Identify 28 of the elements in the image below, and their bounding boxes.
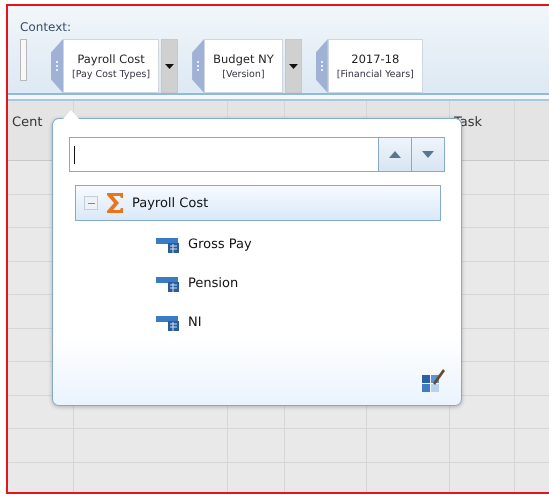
caret-icon: [165, 64, 174, 68]
table-cell: [8, 429, 74, 462]
down-arrow-icon: [422, 151, 434, 158]
tree-item[interactable]: Pension: [147, 264, 445, 303]
toolbar-handle[interactable]: [20, 39, 27, 81]
member-icon: [156, 276, 180, 292]
context-label: Context:: [20, 20, 72, 34]
search-field[interactable]: [69, 137, 445, 172]
grip-handle[interactable]: [192, 39, 204, 93]
edit-grid-icon[interactable]: [421, 367, 445, 393]
member-icon: [156, 314, 180, 330]
tree-item[interactable]: Gross Pay: [147, 225, 445, 264]
tree-item[interactable]: NI: [147, 303, 445, 342]
sigma-icon: [106, 192, 124, 214]
previous-button[interactable]: [378, 138, 411, 171]
caret-icon: [288, 64, 298, 68]
grip-handle[interactable]: [51, 39, 63, 93]
up-arrow-icon: [389, 151, 401, 158]
dropdown-button[interactable]: [161, 39, 178, 93]
context-selector[interactable]: 2017-18 [Financial Years]: [328, 39, 423, 93]
context-selector[interactable]: Payroll Cost [Pay Cost Types]: [63, 39, 160, 93]
member-icon: [156, 236, 180, 252]
context-selector[interactable]: Budget NY [Version]: [204, 39, 283, 93]
collapse-toggle[interactable]: [84, 196, 98, 210]
next-button[interactable]: [411, 138, 444, 171]
dropdown-button[interactable]: [284, 39, 302, 93]
grip-handle[interactable]: [316, 39, 328, 93]
tree-item[interactable]: Payroll Cost: [75, 185, 441, 221]
